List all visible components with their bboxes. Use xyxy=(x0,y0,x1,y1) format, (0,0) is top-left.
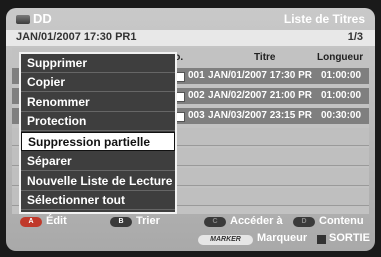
device-label: DD xyxy=(33,11,52,26)
row-number: 002 xyxy=(188,90,205,101)
secondary-key-bar: MARKER Marqueur SORTIE xyxy=(6,232,375,246)
header-bar: DD Liste de Titres xyxy=(6,8,375,30)
menu-item-suppression-partielle[interactable]: Suppression partielle xyxy=(21,132,175,151)
menu-item-selectionner-tout[interactable]: Sélectionner tout xyxy=(21,191,175,210)
d-key-icon[interactable]: D xyxy=(293,217,315,227)
c-key-icon[interactable]: C xyxy=(204,217,226,227)
a-key-label[interactable]: Édit xyxy=(46,215,67,227)
column-header-title: Titre xyxy=(254,52,276,63)
exit-label[interactable]: SORTIE xyxy=(329,232,370,244)
row-length: 01:00:00 xyxy=(321,90,362,101)
menu-item-nouvelle-liste[interactable]: Nouvelle Liste de Lecture xyxy=(21,172,175,191)
marker-key-icon[interactable]: MARKER xyxy=(198,235,253,245)
menu-item-separer[interactable]: Séparer xyxy=(21,152,175,171)
menu-item-supprimer[interactable]: Supprimer xyxy=(21,54,175,73)
color-key-bar: A Édit B Trier C Accéder à D Contenu xyxy=(6,215,375,229)
title-list-panel: DD Liste de Titres JAN/01/2007 17:30 PR1… xyxy=(6,8,375,251)
menu-item-renommer[interactable]: Renommer xyxy=(21,93,175,112)
exit-icon[interactable] xyxy=(317,235,326,244)
row-title: JAN/02/2007 21:00 PR xyxy=(208,90,312,101)
row-title: JAN/01/2007 17:30 PR xyxy=(208,70,312,81)
header-info: JAN/01/2007 17:30 PR1 1/3 xyxy=(6,30,375,46)
b-key-icon[interactable]: B xyxy=(110,217,132,227)
column-header-length: Longueur xyxy=(317,52,364,63)
dvd-disc-icon xyxy=(16,15,30,24)
row-length: 00:30:00 xyxy=(321,110,362,121)
row-number: 003 xyxy=(188,110,205,121)
row-number: 001 xyxy=(188,70,205,81)
b-key-label[interactable]: Trier xyxy=(136,215,160,227)
c-key-label[interactable]: Accéder à xyxy=(230,215,283,227)
page-title: Liste de Titres xyxy=(283,12,365,26)
marker-label[interactable]: Marqueur xyxy=(257,232,307,244)
row-length: 01:00:00 xyxy=(321,70,362,81)
row-title: JAN/03/2007 23:15 PR xyxy=(208,110,312,121)
menu-item-copier[interactable]: Copier xyxy=(21,73,175,92)
menu-item-protection[interactable]: Protection xyxy=(21,112,175,131)
tv-screen: DD Liste de Titres JAN/01/2007 17:30 PR1… xyxy=(0,0,381,257)
a-key-icon[interactable]: A xyxy=(20,217,42,227)
d-key-label[interactable]: Contenu xyxy=(319,215,364,227)
edit-popup-menu: Supprimer Copier Renommer Protection Sup… xyxy=(19,52,177,214)
current-datetime: JAN/01/2007 17:30 PR1 xyxy=(16,31,137,43)
page-indicator: 1/3 xyxy=(347,31,363,43)
